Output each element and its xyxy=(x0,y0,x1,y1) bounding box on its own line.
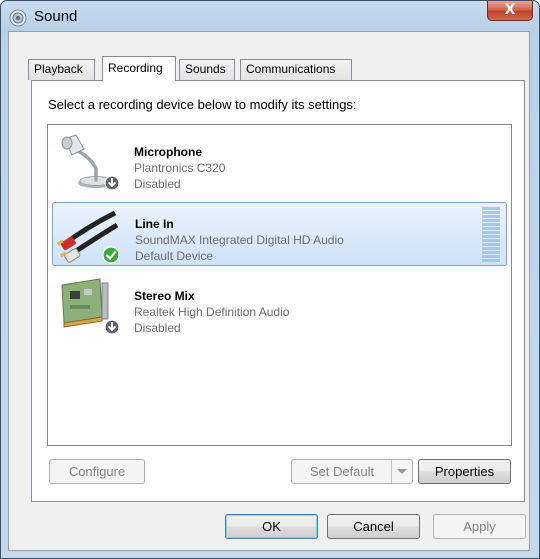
device-name: Stereo Mix xyxy=(134,289,195,303)
device-description: SoundMAX Integrated Digital HD Audio xyxy=(135,233,344,247)
disabled-arrow-icon xyxy=(104,319,120,335)
tab-recording[interactable]: Recording xyxy=(102,56,176,81)
device-status: Default Device xyxy=(135,249,214,263)
tab-communications[interactable]: Communications xyxy=(240,59,352,80)
line-in-cable-icon xyxy=(57,210,120,264)
title-bar[interactable]: Sound X xyxy=(1,1,539,33)
ok-button[interactable]: OK xyxy=(225,514,318,539)
device-item-line-in[interactable]: Line In SoundMAX Integrated Digital HD A… xyxy=(52,202,507,266)
tab-label: Recording xyxy=(108,61,163,75)
device-item-microphone[interactable]: Microphone Plantronics C320 Disabled xyxy=(52,131,507,195)
tab-label: Communications xyxy=(246,62,336,76)
set-default-dropdown-arrow[interactable] xyxy=(391,460,412,483)
device-description: Realtek High Definition Audio xyxy=(134,305,290,319)
close-button[interactable]: X xyxy=(487,1,533,21)
device-name: Microphone xyxy=(134,145,202,159)
sound-card-icon xyxy=(61,278,120,335)
tab-sounds[interactable]: Sounds xyxy=(179,59,235,80)
tab-playback[interactable]: Playback xyxy=(28,59,95,80)
cancel-button[interactable]: Cancel xyxy=(327,514,420,539)
device-status: Disabled xyxy=(134,321,181,335)
device-description: Plantronics C320 xyxy=(134,161,226,175)
device-status: Disabled xyxy=(134,177,181,191)
tab-label: Sounds xyxy=(185,62,226,76)
disabled-arrow-icon xyxy=(104,175,120,191)
instruction-text: Select a recording device below to modif… xyxy=(48,97,357,112)
device-item-stereo-mix[interactable]: Stereo Mix Realtek High Definition Audio… xyxy=(52,275,507,339)
chevron-down-icon xyxy=(397,469,407,474)
microphone-icon xyxy=(61,134,120,191)
set-default-label: Set Default xyxy=(309,464,375,479)
set-default-split-button[interactable]: Set Default xyxy=(291,459,413,484)
speaker-icon xyxy=(9,9,27,27)
tab-label: Playback xyxy=(34,62,83,76)
audio-level-meter xyxy=(482,207,500,263)
window-title: Sound xyxy=(34,8,78,25)
recording-device-list[interactable]: Microphone Plantronics C320 Disabled Lin… xyxy=(47,124,512,446)
default-checkmark-icon xyxy=(102,246,120,264)
configure-button[interactable]: Configure xyxy=(49,459,145,484)
properties-button[interactable]: Properties xyxy=(418,459,511,484)
device-name: Line In xyxy=(135,217,174,231)
close-icon: X xyxy=(504,2,516,18)
apply-button[interactable]: Apply xyxy=(433,514,526,539)
